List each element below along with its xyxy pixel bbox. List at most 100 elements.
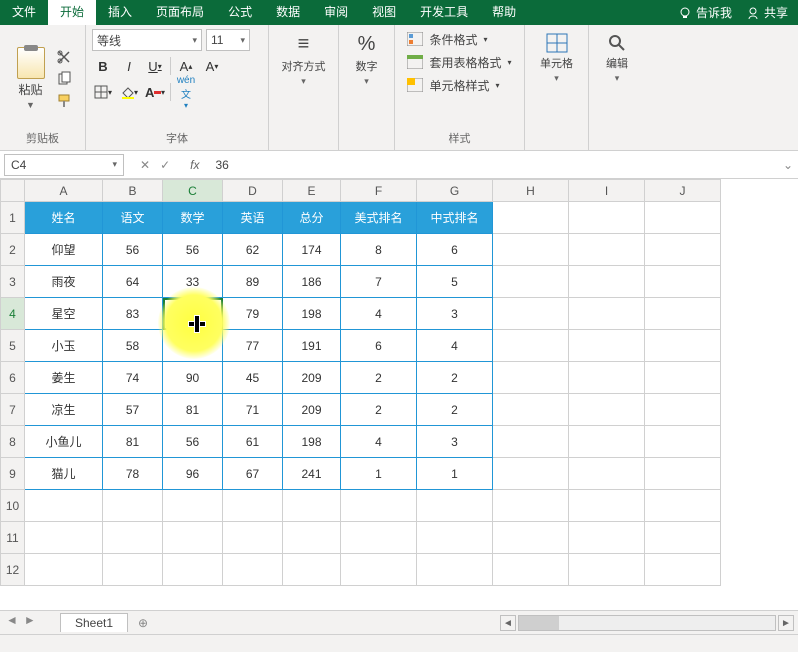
cell[interactable]: 209 — [283, 394, 341, 426]
cell[interactable]: 45 — [223, 362, 283, 394]
italic-button[interactable]: I — [118, 55, 140, 77]
cell[interactable] — [569, 554, 645, 586]
row-header[interactable]: 3 — [1, 266, 25, 298]
tell-me[interactable]: 告诉我 — [678, 4, 732, 21]
cell[interactable]: 6 — [417, 234, 493, 266]
spreadsheet-grid[interactable]: ABCDEFGHIJ1姓名语文数学英语总分美式排名中式排名2仰望56566217… — [0, 179, 798, 609]
cell[interactable]: 中式排名 — [417, 202, 493, 234]
cell[interactable]: 星空 — [25, 298, 103, 330]
row-header[interactable]: 5 — [1, 330, 25, 362]
cell-styles-button[interactable]: 单元格样式▾ — [403, 75, 515, 96]
cell[interactable]: 209 — [283, 362, 341, 394]
sheet-tab[interactable]: Sheet1 — [60, 613, 128, 632]
row-header[interactable]: 2 — [1, 234, 25, 266]
cell[interactable] — [163, 490, 223, 522]
cell[interactable]: 186 — [283, 266, 341, 298]
cell[interactable]: 90 — [163, 362, 223, 394]
row-header[interactable]: 8 — [1, 426, 25, 458]
cell[interactable] — [283, 554, 341, 586]
cell[interactable]: 62 — [223, 234, 283, 266]
column-header[interactable]: C — [163, 180, 223, 202]
cell[interactable] — [163, 522, 223, 554]
cell[interactable]: 英语 — [223, 202, 283, 234]
cut-icon[interactable] — [55, 49, 73, 65]
scroll-left-icon[interactable]: ◄ — [500, 615, 516, 631]
cell[interactable] — [645, 330, 721, 362]
cell[interactable]: 姓名 — [25, 202, 103, 234]
cell[interactable] — [569, 458, 645, 490]
cell[interactable]: 81 — [163, 394, 223, 426]
tab-view[interactable]: 视图 — [360, 0, 408, 25]
tab-page-layout[interactable]: 页面布局 — [144, 0, 216, 25]
cell[interactable]: 小玉 — [25, 330, 103, 362]
cell[interactable]: 78 — [103, 458, 163, 490]
cell[interactable] — [569, 362, 645, 394]
cell[interactable]: 姜生 — [25, 362, 103, 394]
cell[interactable]: 79 — [223, 298, 283, 330]
cell[interactable]: 96 — [163, 458, 223, 490]
cell[interactable] — [569, 490, 645, 522]
cell[interactable]: 56 — [163, 330, 223, 362]
cell[interactable] — [569, 394, 645, 426]
cell[interactable]: 雨夜 — [25, 266, 103, 298]
tab-formulas[interactable]: 公式 — [216, 0, 264, 25]
select-all-corner[interactable] — [1, 180, 25, 202]
cell[interactable] — [493, 202, 569, 234]
cell[interactable] — [645, 394, 721, 426]
row-header[interactable]: 10 — [1, 490, 25, 522]
cell[interactable] — [569, 330, 645, 362]
cell[interactable]: 5 — [417, 266, 493, 298]
cell[interactable] — [645, 522, 721, 554]
cell[interactable]: 83 — [103, 298, 163, 330]
cell[interactable]: 总分 — [283, 202, 341, 234]
row-header[interactable]: 1 — [1, 202, 25, 234]
cell[interactable]: 81 — [103, 426, 163, 458]
cell[interactable]: 小鱼儿 — [25, 426, 103, 458]
cell[interactable]: 77 — [223, 330, 283, 362]
cell[interactable] — [493, 266, 569, 298]
cells-button[interactable]: 单元格 ▾ — [534, 29, 579, 88]
cell[interactable] — [645, 234, 721, 266]
cell[interactable] — [493, 490, 569, 522]
cell[interactable]: 2 — [417, 394, 493, 426]
cell[interactable] — [493, 330, 569, 362]
cell[interactable] — [645, 362, 721, 394]
tab-file[interactable]: 文件 — [0, 0, 48, 25]
cell[interactable] — [25, 522, 103, 554]
cell[interactable]: 67 — [223, 458, 283, 490]
cell[interactable] — [645, 298, 721, 330]
cell[interactable]: 1 — [417, 458, 493, 490]
format-painter-icon[interactable] — [55, 93, 73, 109]
phonetic-button[interactable]: wén文▾ — [175, 81, 197, 103]
cell[interactable]: 191 — [283, 330, 341, 362]
cell[interactable] — [569, 234, 645, 266]
cell[interactable] — [645, 202, 721, 234]
scroll-right-icon[interactable]: ► — [778, 615, 794, 631]
formula-input[interactable]: 36 — [207, 158, 778, 172]
cell[interactable] — [569, 298, 645, 330]
row-header[interactable]: 7 — [1, 394, 25, 426]
sheet-next-icon[interactable]: ► — [24, 613, 36, 627]
tab-review[interactable]: 审阅 — [312, 0, 360, 25]
cell[interactable]: 3 — [417, 426, 493, 458]
fill-color-button[interactable]: ▾ — [118, 81, 140, 103]
cell[interactable]: 71 — [223, 394, 283, 426]
cell[interactable] — [103, 554, 163, 586]
add-sheet-button[interactable]: ⊕ — [128, 614, 158, 632]
cell[interactable]: 89 — [223, 266, 283, 298]
cell[interactable]: 3 — [417, 298, 493, 330]
cell[interactable]: 数学 — [163, 202, 223, 234]
number-format-button[interactable]: % 数字 ▾ — [350, 29, 384, 91]
cell[interactable]: 仰望 — [25, 234, 103, 266]
cell[interactable]: 凉生 — [25, 394, 103, 426]
decrease-font-icon[interactable]: A▾ — [201, 55, 223, 77]
cell[interactable]: 74 — [103, 362, 163, 394]
cell[interactable] — [341, 522, 417, 554]
row-header[interactable]: 4 — [1, 298, 25, 330]
cell[interactable] — [645, 490, 721, 522]
column-header[interactable]: D — [223, 180, 283, 202]
cell[interactable] — [223, 554, 283, 586]
cell[interactable]: 2 — [417, 362, 493, 394]
cell[interactable]: 56 — [163, 234, 223, 266]
cell[interactable] — [417, 490, 493, 522]
